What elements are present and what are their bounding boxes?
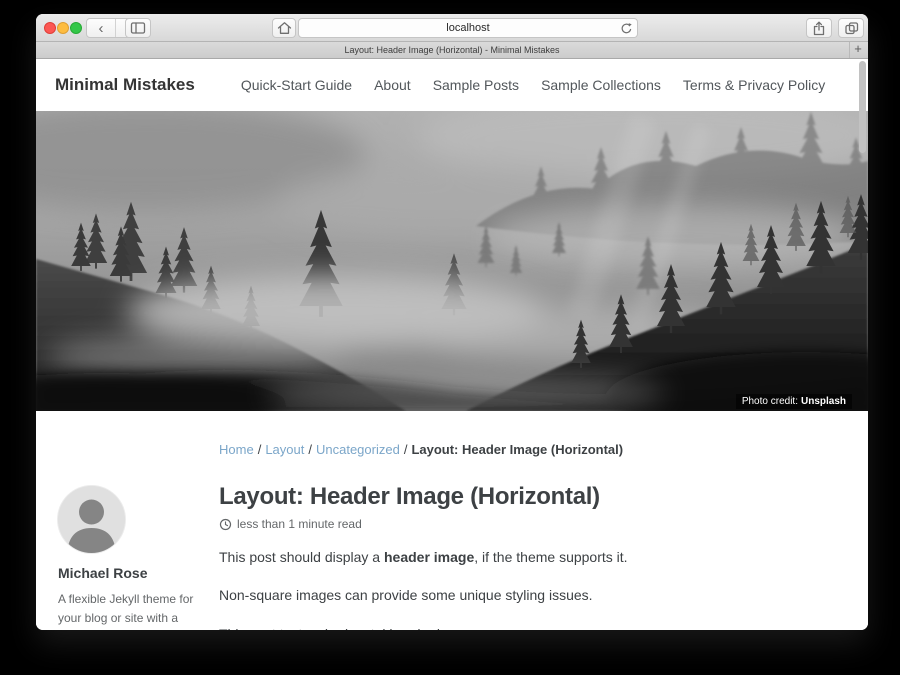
- address-bar[interactable]: localhost: [298, 18, 638, 38]
- home-icon: [277, 21, 292, 35]
- person-silhouette-icon: [58, 486, 125, 553]
- nav-item-terms-privacy-policy[interactable]: Terms & Privacy Policy: [683, 77, 825, 93]
- refresh-icon: [620, 22, 633, 35]
- paragraph: This post tests a horizontal header imag…: [219, 623, 849, 630]
- share-button[interactable]: [806, 18, 832, 38]
- read-time-text: less than 1 minute read: [237, 517, 362, 531]
- tab-bar: Layout: Header Image (Horizontal) - Mini…: [36, 42, 868, 59]
- post-title: Layout: Header Image (Horizontal): [219, 483, 849, 511]
- author-bio-line: your blog or site with a: [58, 609, 205, 628]
- clock-icon: [219, 518, 232, 531]
- back-button[interactable]: ‹: [87, 19, 115, 37]
- breadcrumb-link-home[interactable]: Home: [219, 442, 254, 457]
- author-bio: A flexible Jekyll theme for your blog or…: [58, 590, 205, 630]
- breadcrumb-link-layout[interactable]: Layout: [265, 442, 304, 457]
- paragraph-text: , if the theme supports it.: [474, 549, 627, 565]
- photo-credit-label: Photo credit:: [742, 396, 798, 407]
- author-sidebar: Michael Rose A flexible Jekyll theme for…: [55, 442, 205, 630]
- tab-overview-icon: [844, 21, 859, 35]
- active-tab[interactable]: Layout: Header Image (Horizontal) - Mini…: [36, 42, 868, 58]
- content-area: Michael Rose A flexible Jekyll theme for…: [36, 442, 868, 630]
- nav-item-quick-start-guide[interactable]: Quick-Start Guide: [241, 77, 352, 93]
- breadcrumb-link-uncategorized[interactable]: Uncategorized: [316, 442, 400, 457]
- photo-credit-link[interactable]: Unsplash: [801, 396, 846, 407]
- browser-window: ‹ › localhost: [36, 14, 868, 630]
- article-column: Home/Layout/Uncategorized/Layout: Header…: [219, 442, 849, 630]
- nav-item-sample-collections[interactable]: Sample Collections: [541, 77, 661, 93]
- tab-overview-button[interactable]: [838, 18, 864, 38]
- foggy-forest-illustration: [36, 111, 868, 411]
- breadcrumb-separator: /: [308, 442, 312, 457]
- paragraph-text: This post should display a: [219, 549, 384, 565]
- scrollbar-thumb[interactable]: [859, 61, 866, 153]
- page-viewport: Minimal Mistakes Quick-Start Guide About…: [36, 59, 868, 630]
- sidebar-icon: [130, 21, 146, 35]
- new-tab-button[interactable]: +: [849, 42, 866, 58]
- title-bar: ‹ › localhost: [36, 14, 868, 42]
- author-name: Michael Rose: [58, 565, 205, 581]
- read-time: less than 1 minute read: [219, 517, 849, 531]
- author-bio-line: minimalist aesthetic.: [58, 627, 205, 630]
- avatar: [58, 486, 125, 553]
- site-masthead: Minimal Mistakes Quick-Start Guide About…: [36, 59, 868, 111]
- site-title-link[interactable]: Minimal Mistakes: [55, 75, 195, 95]
- url-text: localhost: [446, 22, 489, 34]
- paragraph: Non-square images can provide some uniqu…: [219, 584, 849, 606]
- post-body: This post should display a header image,…: [219, 546, 849, 630]
- refresh-button[interactable]: [620, 22, 633, 38]
- sidebar-toggle-button[interactable]: [125, 18, 151, 38]
- breadcrumb: Home/Layout/Uncategorized/Layout: Header…: [219, 442, 849, 457]
- breadcrumb-separator: /: [404, 442, 408, 457]
- paragraph: This post should display a header image,…: [219, 546, 849, 568]
- author-bio-line: A flexible Jekyll theme for: [58, 590, 205, 609]
- paragraph-bold-text: header image: [384, 549, 474, 565]
- breadcrumb-separator: /: [258, 442, 262, 457]
- zoom-window-button[interactable]: [70, 22, 82, 34]
- header-image: Photo credit:Unsplash: [36, 111, 868, 411]
- photo-credit-badge: Photo credit:Unsplash: [736, 394, 852, 409]
- minimize-window-button[interactable]: [57, 22, 69, 34]
- home-button[interactable]: [272, 18, 296, 38]
- nav-item-about[interactable]: About: [374, 77, 411, 93]
- nav-item-sample-posts[interactable]: Sample Posts: [433, 77, 519, 93]
- close-window-button[interactable]: [44, 22, 56, 34]
- breadcrumb-current: Layout: Header Image (Horizontal): [411, 442, 623, 457]
- share-icon: [812, 21, 826, 36]
